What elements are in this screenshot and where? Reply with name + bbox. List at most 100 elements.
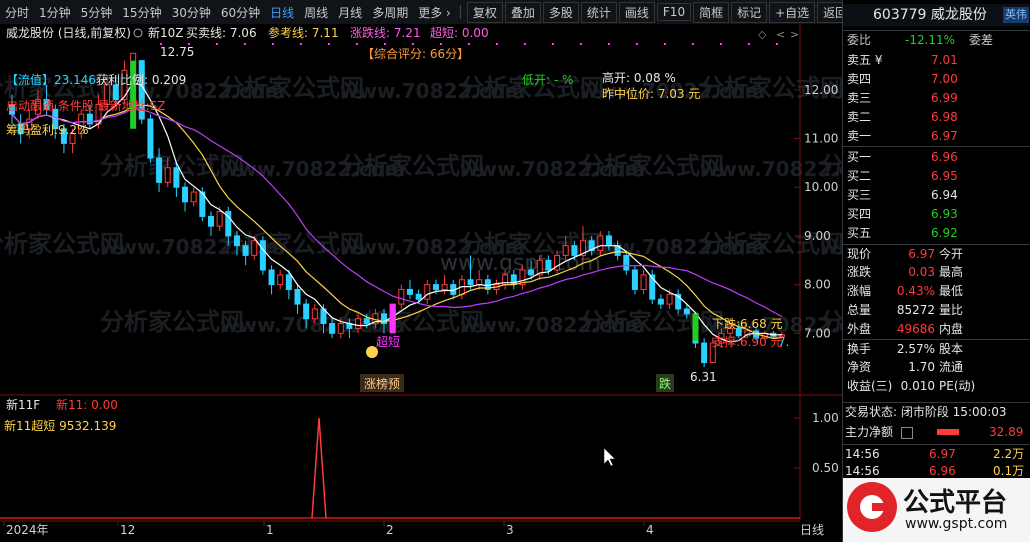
ask-row[interactable]: 卖四 7.00 <box>843 70 1030 89</box>
stat-row: 净资 1.70 流通 <box>843 358 1030 377</box>
chevron-left-icon[interactable]: < <box>776 28 785 41</box>
watermark-text: 分析家公式网 <box>820 152 842 180</box>
bid-price: 6.94 <box>931 188 958 202</box>
ask-row[interactable]: 卖一 6.97 <box>843 127 1030 146</box>
concept-badge[interactable]: 英伟 <box>1003 7 1029 23</box>
super-short-value: 超短: 0.00 <box>430 25 489 40</box>
price-tick-label: 8.00 <box>804 278 831 292</box>
ask-price: 6.98 <box>931 110 958 124</box>
period-tab-9[interactable]: 多周期 <box>367 4 413 21</box>
weibi-row: 委比 -12.11% 委差 <box>843 30 1030 50</box>
stat-label: 换手 <box>847 342 872 356</box>
stat-value: 0.43% <box>896 284 935 298</box>
bid-label: 买二 <box>847 169 872 183</box>
calculator-icon[interactable] <box>901 427 913 439</box>
period-tab-10[interactable]: 更多 › <box>413 4 456 21</box>
bid-label: 买四 <box>847 207 872 221</box>
dotted-marker <box>776 43 778 45</box>
signal-bar-green-2 <box>692 313 699 341</box>
stat-row: 涨幅 0.43% 最低 <box>843 282 1030 301</box>
date-tick-label: 1 <box>266 523 274 537</box>
support-price-label: 支撑:6.90 元 <box>712 334 783 349</box>
candle <box>147 114 154 163</box>
tool-button-2[interactable]: 多股 <box>542 1 579 23</box>
trade-status-row: 交易状态: 闭市阶段 15:00:03 <box>843 402 1030 422</box>
ask-row[interactable]: 卖二 6.98 <box>843 108 1030 127</box>
tool-button-4[interactable]: 画线 <box>618 1 655 23</box>
bid-row[interactable]: 买四 6.93 <box>843 205 1030 224</box>
tool-button-6[interactable]: 简框 <box>693 1 730 23</box>
period-tab-1[interactable]: 1分钟 <box>34 4 76 21</box>
stat-label: 外盘 <box>847 322 872 336</box>
stat-value: 6.97 <box>908 247 935 261</box>
ask-row[interactable]: 卖三 6.99 <box>843 89 1030 108</box>
sub-indicator-line2: 新11超短 9532.139 <box>4 418 116 433</box>
dotted-marker <box>524 43 526 45</box>
candle <box>631 265 638 295</box>
bid-label: 买一 <box>847 150 872 164</box>
dotted-marker <box>440 43 442 45</box>
tool-button-8[interactable]: +自选 <box>769 1 816 23</box>
period-tab-3[interactable]: 15分钟 <box>117 4 166 21</box>
reference-line-value: 参考线: 7.11 <box>268 25 339 40</box>
period-tab-5[interactable]: 60分钟 <box>216 4 265 21</box>
candle <box>259 235 266 275</box>
super-short-mark: 超短 <box>376 334 400 349</box>
diamond-icon[interactable]: ◇ <box>758 28 767 41</box>
period-tab-2[interactable]: 5分钟 <box>76 4 118 21</box>
period-tab-7[interactable]: 周线 <box>299 4 333 21</box>
ask-price: 7.00 <box>931 72 958 86</box>
book-divider <box>843 146 1030 147</box>
stat-row: 总量 85272 量比 <box>843 301 1030 320</box>
score-label: 【综合评分: 66分】 <box>362 46 469 61</box>
chevron-right-icon[interactable]: > <box>790 28 799 41</box>
ask-label: 卖一 <box>847 129 872 143</box>
tool-button-7[interactable]: 标记 <box>731 1 768 23</box>
dotted-marker <box>216 43 218 45</box>
ask-label: 卖四 <box>847 72 872 86</box>
net-flow-bar <box>937 429 959 435</box>
buy-sell-line-value: 买卖线: 7.06 <box>186 26 257 40</box>
period-tab-6[interactable]: 日线 <box>265 4 299 21</box>
bid-row[interactable]: 买五 6.92 <box>843 224 1030 243</box>
ask-price: 6.99 <box>931 91 958 105</box>
ask-label: 卖三 <box>847 91 872 105</box>
dotted-marker <box>608 43 610 45</box>
sub-chart-bg <box>0 396 842 520</box>
weibi-value: -12.11% <box>905 33 956 47</box>
bid-row[interactable]: 买二 6.95 <box>843 167 1030 186</box>
dotted-marker <box>720 43 722 45</box>
tool-button-3[interactable]: 统计 <box>580 1 617 23</box>
ask-label: 卖二 <box>847 110 872 124</box>
stat-label: 涨跌 <box>847 265 872 279</box>
period-tab-4[interactable]: 30分钟 <box>167 4 216 21</box>
ask-price: 7.01 <box>931 53 958 67</box>
stat-value: 2.57% <box>896 342 935 356</box>
logo-url: www.gspt.com <box>905 516 1008 532</box>
bid-row[interactable]: 买一 6.96 <box>843 148 1030 167</box>
tool-button-1[interactable]: 叠加 <box>504 1 541 23</box>
ask-price: 6.97 <box>931 129 958 143</box>
logo-icon <box>847 482 897 532</box>
price-tick-label: 9.00 <box>804 229 831 243</box>
quote-header: 603779 威龙股份 英伟 <box>843 4 1030 26</box>
high-price-mark: 12.75 <box>160 45 194 59</box>
signal-bar-green <box>130 60 137 129</box>
period-tab-0[interactable]: 分时 <box>0 4 34 21</box>
price-tick-label: 7.00 <box>804 326 831 340</box>
bid-row[interactable]: 买三 6.94 <box>843 186 1030 205</box>
period-tab-8[interactable]: 月线 <box>333 4 367 21</box>
indicator-chart[interactable]: 新11F 新11: 0.00 新11超短 9532.139 1.00 0.50 <box>0 396 842 520</box>
stat-label-2: PE(动) <box>939 379 976 393</box>
ask-row[interactable]: 卖五 ¥ 7.01 <box>843 51 1030 70</box>
tool-button-0[interactable]: 复权 <box>466 1 503 23</box>
date-tick-label: 日线 <box>800 523 824 537</box>
stat-label: 收益(三) <box>847 379 893 393</box>
tool-button-5[interactable]: F10 <box>656 3 692 21</box>
stat-row: 涨跌 0.03 最高 <box>843 263 1030 282</box>
net-flow-label: 主力净额 <box>845 425 894 439</box>
dotted-marker <box>468 43 470 45</box>
dotted-marker <box>748 43 750 45</box>
kline-chart[interactable]: 分析家公式网www.70822.com分析家公式网www.70822.com分析… <box>0 24 842 396</box>
stat-label: 涨幅 <box>847 284 872 298</box>
